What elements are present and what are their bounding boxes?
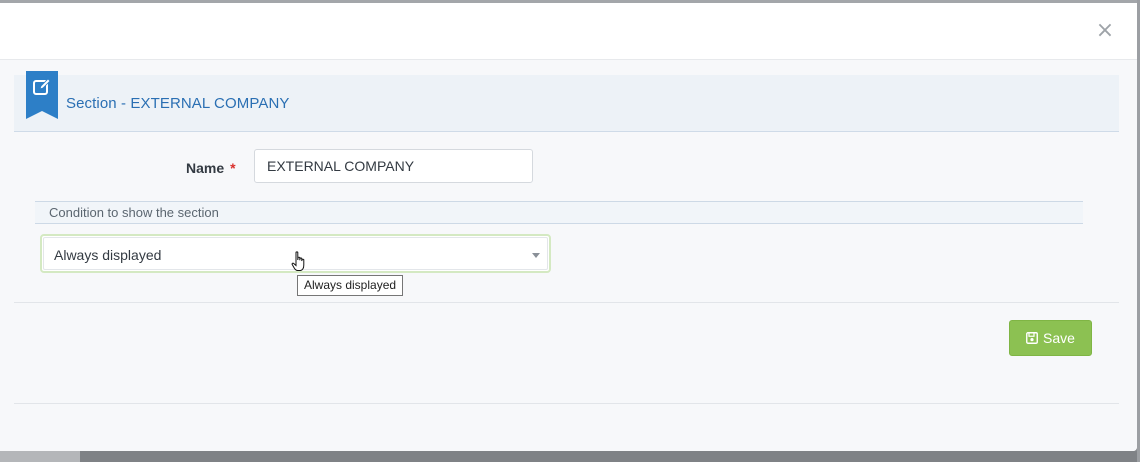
backdrop-bottom — [80, 451, 1137, 462]
required-marker: * — [230, 160, 236, 176]
section-modal: × Section - EXTERNAL COMPANY Name * EXTER… — [0, 3, 1137, 451]
name-label-text: Name — [186, 160, 225, 176]
modal-body: Section - EXTERNAL COMPANY Name * EXTERNA… — [0, 60, 1137, 451]
condition-select-value: Always displayed — [54, 247, 162, 263]
save-label: Save — [1043, 330, 1075, 346]
divider — [14, 302, 1119, 303]
edit-icon — [26, 71, 58, 119]
chevron-down-icon[interactable] — [532, 253, 540, 258]
condition-header-label: Condition to show the section — [49, 205, 219, 220]
section-banner: Section - EXTERNAL COMPANY — [14, 71, 1119, 132]
tooltip: Always displayed — [297, 275, 404, 296]
floppy-disk-icon — [1026, 332, 1038, 344]
name-label: Name * — [186, 160, 236, 176]
hand-cursor-icon — [291, 251, 305, 271]
save-button[interactable]: Save — [1009, 320, 1092, 356]
backdrop-bottom-left — [0, 451, 80, 462]
condition-header: Condition to show the section — [35, 201, 1083, 224]
footer-divider — [14, 403, 1119, 404]
close-icon[interactable]: × — [1093, 19, 1117, 43]
modal-header: × — [0, 3, 1137, 60]
name-input[interactable]: EXTERNAL COMPANY — [254, 149, 533, 183]
section-title: Section - EXTERNAL COMPANY — [66, 95, 290, 112]
